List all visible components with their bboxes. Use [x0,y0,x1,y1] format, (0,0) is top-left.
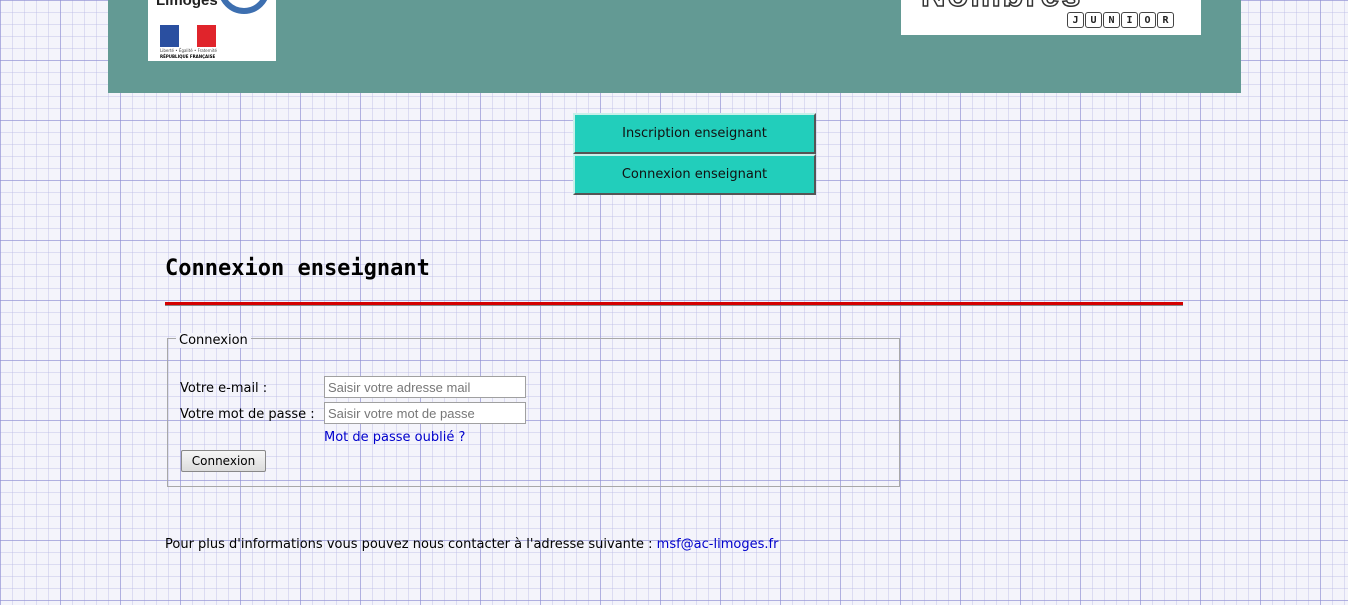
contact-info: Pour plus d'informations vous pouvez nou… [165,537,778,552]
title-divider [165,302,1183,305]
french-flag-icon [160,25,217,47]
nombres-junior-logo[interactable]: Nombres J U N I O R [901,0,1201,35]
junior-badge: J U N I O R [1067,12,1174,28]
contact-text: Pour plus d'informations vous pouvez nou… [165,537,657,552]
contact-email-link[interactable]: msf@ac-limoges.fr [657,537,779,552]
junior-letter: O [1139,12,1156,28]
academie-logo-word: Limoges [156,0,218,9]
academie-ring-icon [218,0,270,14]
email-field[interactable] [324,376,526,398]
junior-letter: U [1085,12,1102,28]
republic-motto: Liberté • Égalité • Fraternité [160,48,217,53]
login-submit-button[interactable]: Connexion [181,450,266,472]
password-label: Votre mot de passe : [180,407,315,422]
junior-letter: I [1121,12,1138,28]
site-header: Limoges Liberté • Égalité • Fraternité R… [108,0,1241,93]
forgot-password-link[interactable]: Mot de passe oublié ? [324,430,465,445]
page-title: Connexion enseignant [165,256,430,281]
fieldset-legend: Connexion [176,333,251,348]
logo-big-lettering: Nombres [920,0,1082,15]
junior-letter: R [1157,12,1174,28]
academie-limoges-logo[interactable]: Limoges Liberté • Égalité • Fraternité R… [148,0,276,61]
register-teacher-button[interactable]: Inscription enseignant [573,113,816,154]
password-field[interactable] [324,402,526,424]
login-teacher-button[interactable]: Connexion enseignant [573,154,816,195]
republic-name: RÉPUBLIQUE FRANÇAISE [160,54,216,59]
main-nav: Inscription enseignant Connexion enseign… [573,113,816,195]
email-label: Votre e-mail : [180,381,268,396]
junior-letter: J [1067,12,1084,28]
junior-letter: N [1103,12,1120,28]
